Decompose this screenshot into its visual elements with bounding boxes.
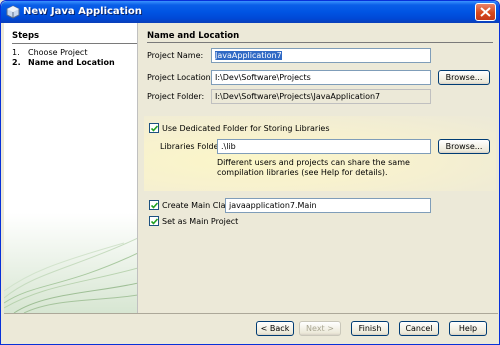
libraries-folder-field[interactable]: .\lib: [217, 139, 431, 154]
set-as-main-checkbox[interactable]: [149, 216, 159, 226]
step-number: 2.: [12, 58, 21, 67]
libraries-folder-label: Libraries Folder:: [160, 142, 225, 151]
java-app-icon: [6, 5, 20, 19]
project-folder-label: Project Folder:: [147, 92, 205, 101]
section-title: Name and Location: [147, 31, 240, 41]
footer-divider: [4, 313, 498, 314]
browse-location-button[interactable]: Browse...: [438, 70, 490, 85]
steps-divider: [12, 43, 137, 44]
close-button[interactable]: [475, 3, 496, 21]
project-name-value: JavaApplication7: [215, 51, 282, 60]
step-number: 1.: [12, 48, 20, 57]
close-icon: [480, 7, 491, 17]
step-label: Name and Location: [28, 58, 115, 67]
main-class-field[interactable]: javaapplication7.Main: [225, 198, 431, 213]
wizard-window: New Java Application Steps 1. Choose Proj…: [0, 0, 500, 345]
cancel-button[interactable]: Cancel: [399, 321, 439, 336]
browse-libraries-button[interactable]: Browse...: [438, 139, 490, 154]
next-button[interactable]: Next >: [299, 321, 341, 336]
finish-button[interactable]: Finish: [351, 321, 389, 336]
decorative-swirl-graphic: [4, 213, 137, 313]
use-dedicated-folder-checkbox[interactable]: [149, 123, 159, 133]
create-main-class-checkbox[interactable]: [149, 200, 159, 210]
section-divider: [147, 42, 493, 43]
libraries-note: Different users and projects can share t…: [217, 158, 410, 177]
back-button[interactable]: < Back: [256, 321, 294, 336]
project-location-field[interactable]: I:\Dev\Software\Projects: [211, 70, 431, 85]
step-item-name-and-location: 2. Name and Location: [12, 58, 115, 67]
steps-panel: Steps 1. Choose Project 2. Name and Locati…: [4, 23, 138, 313]
checkmark-icon: [151, 202, 158, 209]
step-label: Choose Project: [28, 48, 88, 57]
project-name-field[interactable]: JavaApplication7: [211, 48, 431, 63]
help-button[interactable]: Help: [449, 321, 487, 336]
checkmark-icon: [151, 125, 158, 132]
create-main-class-label[interactable]: Create Main Class: [162, 201, 234, 210]
use-dedicated-folder-label[interactable]: Use Dedicated Folder for Storing Librari…: [162, 124, 330, 133]
title-bar[interactable]: New Java Application: [1, 1, 499, 23]
project-folder-field: I:\Dev\Software\Projects\JavaApplication…: [211, 89, 431, 104]
project-location-label: Project Location:: [147, 73, 214, 82]
step-item-choose-project: 1. Choose Project: [12, 48, 87, 57]
set-as-main-label[interactable]: Set as Main Project: [162, 217, 238, 226]
checkmark-icon: [151, 218, 158, 225]
window-title: New Java Application: [23, 6, 142, 17]
steps-title: Steps: [12, 31, 40, 41]
project-name-label: Project Name:: [147, 51, 204, 60]
